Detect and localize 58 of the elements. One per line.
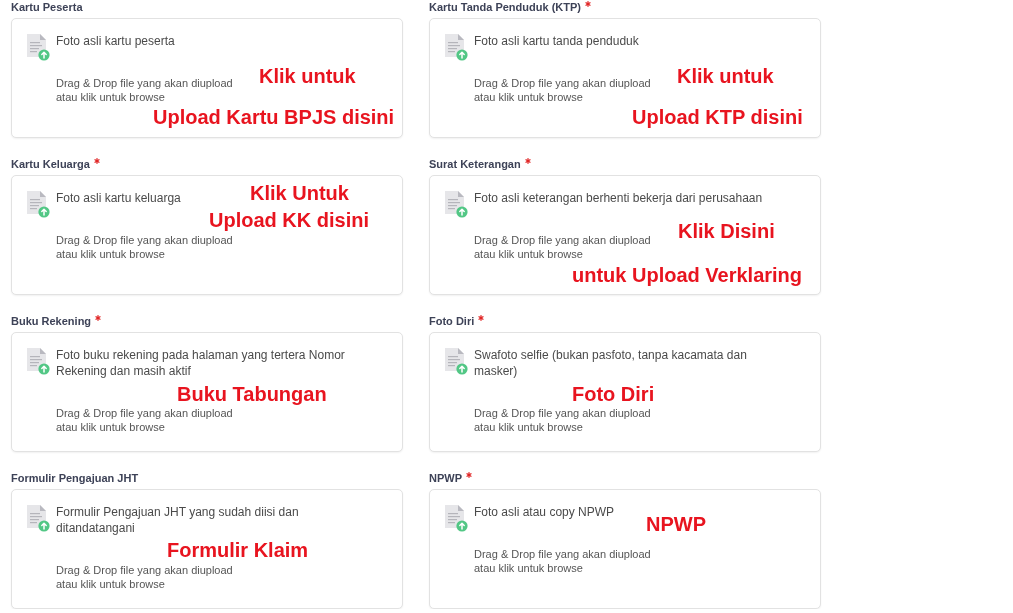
dropzone-hint: Drag & Drop file yang akan diupload (56, 233, 233, 247)
upload-description: Foto asli kartu keluarga (56, 190, 181, 206)
field-label: Kartu Tanda Penduduk (KTP) (429, 0, 581, 14)
dropzone-hint: atau klik untuk browse (56, 90, 165, 104)
dropzone-hint: atau klik untuk browse (474, 247, 583, 261)
field-label: Kartu Keluarga (11, 157, 90, 171)
annotation-text: Buku Tabungan (177, 383, 327, 405)
field-label: NPWP (429, 471, 462, 485)
upload-description: Foto asli kartu peserta (56, 33, 175, 49)
annotation-text: Upload KTP disini (632, 106, 803, 128)
annotation-text: untuk Upload Verklaring (572, 264, 803, 286)
dropzone-hint: atau klik untuk browse (474, 561, 583, 575)
file-upload-icon (444, 33, 468, 61)
file-upload-icon (26, 33, 50, 61)
field-label: Kartu Peserta (11, 0, 83, 14)
dropzone-hint: atau klik untuk browse (56, 247, 165, 261)
file-upload-icon (444, 347, 468, 375)
dropzone-hint: Drag & Drop file yang akan diupload (474, 233, 651, 247)
annotation-text: Klik Untuk (250, 182, 349, 204)
upload-description: Formulir Pengajuan JHT yang sudah diisi dan ditandatangani (56, 504, 300, 536)
file-upload-icon (444, 504, 468, 532)
dropzone-hint: Drag & Drop file yang akan diupload (474, 406, 651, 420)
annotation-text: Foto Diri (572, 383, 655, 405)
dropzone-hint: Drag & Drop file yang akan diupload (56, 563, 233, 577)
upload-description: Swafoto selfie (bukan pasfoto, tanpa kacamata dan masker) (474, 347, 748, 379)
upload-description: Foto buku rekening pada halaman yang tertera Nomor Rekening dan masih aktif (56, 347, 346, 379)
file-dropzone[interactable]: Formulir Pengajuan JHT yang sudah diisi dan ditandatangani Drag & Drop file yang akan diupload atau klik untuk browse Formulir Klaim (11, 489, 403, 609)
dropzone-hint: atau klik untuk browse (56, 577, 165, 591)
dropzone-hint: atau klik untuk browse (56, 420, 165, 434)
upload-description: Foto asli kartu tanda penduduk (474, 33, 639, 49)
dropzone-hint: atau klik untuk browse (474, 90, 583, 104)
file-dropzone[interactable]: Foto asli kartu peserta Drag & Drop file yang akan diupload atau klik untuk browse Klik untuk Upload Kartu BPJS disini (11, 18, 403, 138)
dropzone-hint: Drag & Drop file yang akan diupload (474, 76, 651, 90)
field-label: Foto Diri (429, 314, 475, 328)
field-label: Surat Keterangan (429, 157, 521, 171)
upload-description: Foto asli atau copy NPWP (474, 504, 615, 520)
dropzone-hint: Drag & Drop file yang akan diupload (56, 76, 233, 90)
annotation-text: Klik untuk (259, 65, 356, 87)
annotation-text: Upload Kartu BPJS disini (153, 106, 395, 128)
file-dropzone[interactable]: Foto asli kartu tanda penduduk Drag & Drop file yang akan diupload atau klik untuk browse Klik untuk Upload KTP disini (429, 18, 821, 138)
dropzone-hint: Drag & Drop file yang akan diupload (474, 547, 651, 561)
file-dropzone[interactable]: Foto asli atau copy NPWP Drag & Drop file yang akan diupload atau klik untuk browse NPWP (429, 489, 821, 609)
file-upload-icon (444, 190, 468, 218)
file-upload-icon (26, 347, 50, 375)
file-upload-icon (26, 504, 50, 532)
annotation-text: Formulir Klaim (167, 539, 309, 561)
annotation-text: Klik untuk (677, 65, 774, 87)
dropzone-hint: Drag & Drop file yang akan diupload (56, 406, 233, 420)
file-dropzone[interactable]: Foto asli keterangan berhenti bekerja dari perusahaan Drag & Drop file yang akan diupload atau klik untuk browse Klik Disini untuk Upload Verklaring (429, 175, 821, 295)
annotation-text: Upload KK disini (209, 209, 369, 231)
file-dropzone[interactable]: Foto buku rekening pada halaman yang tertera Nomor Rekening dan masih aktif Drag & Drop file yang akan diupload atau klik untuk browse Buku Tabungan (11, 332, 403, 452)
annotation-text: NPWP (646, 513, 706, 535)
field-label: Buku Rekening (11, 314, 92, 328)
file-upload-icon (26, 190, 50, 218)
annotation-text: Klik Disini (678, 220, 775, 242)
file-dropzone[interactable]: Foto asli kartu keluarga Drag & Drop file yang akan diupload atau klik untuk browse Klik Untuk Upload KK disini (11, 175, 403, 295)
field-label: Formulir Pengajuan JHT (11, 471, 139, 485)
upload-description: Foto asli keterangan berhenti bekerja dari perusahaan (474, 190, 763, 206)
